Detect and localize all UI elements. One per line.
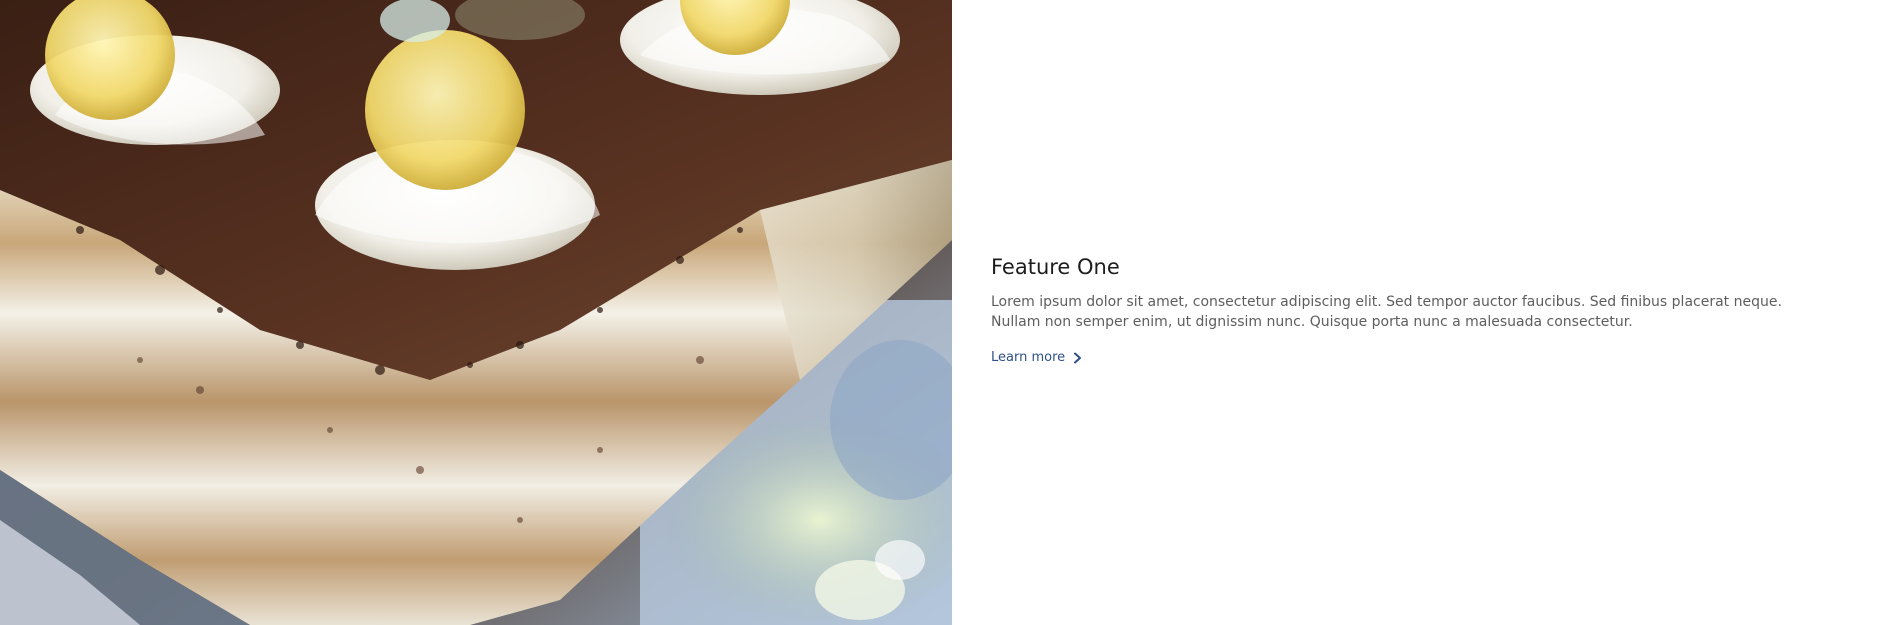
learn-more-link[interactable]: Learn more [991,349,1083,367]
feature-description: Lorem ipsum dolor sit amet, consectetur … [991,294,1782,330]
feature-text-block: Feature One Lorem ipsum dolor sit amet, … [991,252,1811,367]
cake-photo-illustration [0,0,952,625]
chevron-right-icon [1074,352,1082,364]
feature-content: Feature One Lorem ipsum dolor sit amet, … [952,0,1900,625]
feature-section: Feature One Lorem ipsum dolor sit amet, … [0,0,1900,625]
learn-more-label: Learn more [991,350,1066,365]
feature-title: Feature One [991,255,1120,279]
cake-photo [0,0,952,625]
